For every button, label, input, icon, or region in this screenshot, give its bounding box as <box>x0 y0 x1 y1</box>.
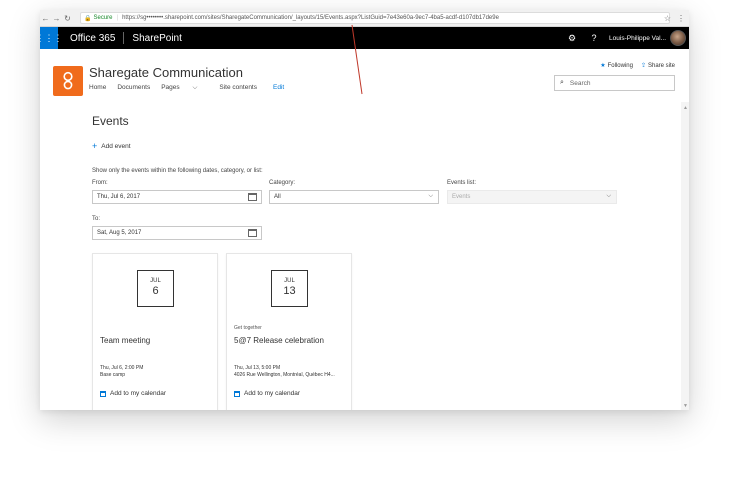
chevron-down-icon: ⌵ <box>606 193 611 199</box>
to-date-value: Sat, Aug 5, 2017 <box>97 230 142 236</box>
browser-window: ← → ↻ 🔒 Secure | https://sg••••••••.shar… <box>40 10 689 410</box>
star-icon[interactable]: ☆ <box>664 14 671 23</box>
event-time: Thu, Jul 6, 2:00 PM <box>100 365 144 371</box>
nav-documents[interactable]: Documents <box>117 84 150 92</box>
sharepoint-link[interactable]: SharePoint <box>132 33 181 44</box>
scroll-up-arrow-icon[interactable]: ▲ <box>683 105 688 111</box>
event-card[interactable]: JUL 13 Get together 5@7 Release celebrat… <box>226 253 352 410</box>
filter-description: Show only the events within the followin… <box>92 168 263 174</box>
nav-site-contents[interactable]: Site contents <box>219 84 257 92</box>
event-month: JUL <box>284 278 295 284</box>
calendar-icon <box>100 390 106 397</box>
from-date-field[interactable]: Thu, Jul 6, 2017 <box>92 190 262 204</box>
following-label: Following <box>607 63 633 69</box>
back-icon[interactable]: ← <box>40 10 51 27</box>
nav-pages[interactable]: Pages ⌵ <box>161 84 208 92</box>
user-name[interactable]: Louis-Philippe Val... <box>609 35 666 42</box>
search-input[interactable]: ⌕ Search <box>554 75 675 91</box>
add-event-button[interactable]: + Add event <box>92 141 131 151</box>
add-to-calendar-label: Add to my calendar <box>244 390 301 397</box>
event-title[interactable]: Team meeting <box>100 336 150 345</box>
suite-bar: ⋮⋮⋮ Office 365 SharePoint ⚙ ? Louis-Phil… <box>40 27 689 49</box>
following-button[interactable]: ★ Following <box>600 62 633 69</box>
star-filled-icon: ★ <box>600 63 606 69</box>
nav-pages-label: Pages <box>161 84 180 91</box>
event-day: 6 <box>152 285 159 297</box>
from-label: From: <box>92 180 108 186</box>
chevron-down-icon: ⌵ <box>192 84 198 91</box>
search-placeholder: Search <box>569 79 591 87</box>
share-site-label: Share site <box>647 63 675 69</box>
to-label: To: <box>92 216 101 222</box>
events-list-label: Events list: <box>447 180 477 186</box>
site-logo-icon <box>63 71 73 90</box>
plus-icon: + <box>92 141 98 151</box>
calendar-icon[interactable] <box>248 193 257 201</box>
event-day: 13 <box>283 285 296 297</box>
address-bar[interactable]: 🔒 Secure | https://sg••••••••.sharepoint… <box>80 12 670 24</box>
category-value: All <box>274 194 281 200</box>
events-list-value: Events <box>452 194 471 200</box>
site-logo[interactable] <box>53 66 83 96</box>
suite-bar-right: ⚙ ? Louis-Philippe Val... <box>561 27 689 49</box>
avatar[interactable] <box>670 30 686 46</box>
nav-home[interactable]: Home <box>89 84 106 92</box>
event-category: Get together <box>234 325 262 331</box>
reload-icon[interactable]: ↻ <box>62 10 73 27</box>
page-scrollbar[interactable] <box>681 102 689 410</box>
lock-icon: 🔒 <box>84 15 92 22</box>
menu-icon[interactable]: ⋮ <box>677 14 685 23</box>
secure-label: Secure <box>93 15 113 21</box>
event-title[interactable]: 5@7 Release celebration <box>234 336 324 345</box>
event-card[interactable]: JUL 6 Team meeting Thu, Jul 6, 2:00 PM B… <box>92 253 218 410</box>
event-location: 4026 Rue Wellington, Montréal, Québec H4… <box>234 372 335 378</box>
add-to-calendar-button[interactable]: Add to my calendar <box>234 390 300 397</box>
chevron-down-icon: ⌵ <box>428 193 433 199</box>
office365-link[interactable]: Office 365 <box>70 33 115 44</box>
search-icon: ⌕ <box>560 79 564 86</box>
gear-icon[interactable]: ⚙ <box>561 27 583 49</box>
calendar-icon <box>234 390 240 397</box>
event-date-box: JUL 6 <box>137 270 174 307</box>
site-actions: ★ Following ⇪ Share site <box>600 62 675 69</box>
suite-divider <box>123 32 125 44</box>
add-to-calendar-label: Add to my calendar <box>110 390 167 397</box>
share-site-button[interactable]: ⇪ Share site <box>641 62 675 69</box>
browser-toolbar: ← → ↻ 🔒 Secure | https://sg••••••••.shar… <box>40 10 689 27</box>
browser-actions: ☆ ⋮ <box>664 10 685 27</box>
from-date-value: Thu, Jul 6, 2017 <box>97 194 141 200</box>
url-separator: | <box>116 15 119 21</box>
help-icon[interactable]: ? <box>583 27 605 49</box>
to-date-field[interactable]: Sat, Aug 5, 2017 <box>92 226 262 240</box>
category-label: Category: <box>269 180 296 186</box>
share-icon: ⇪ <box>640 63 646 69</box>
category-select[interactable]: All ⌵ <box>269 190 439 204</box>
events-list-select: Events ⌵ <box>447 190 617 204</box>
event-date-box: JUL 13 <box>271 270 308 307</box>
add-to-calendar-button[interactable]: Add to my calendar <box>100 390 166 397</box>
nav-edit-link[interactable]: Edit <box>273 84 284 92</box>
event-time: Thu, Jul 13, 5:00 PM <box>234 365 281 371</box>
scroll-down-arrow-icon[interactable]: ▼ <box>683 403 688 409</box>
site-navigation: Home Documents Pages ⌵ Site contents Edi… <box>89 84 295 92</box>
page-title: Events <box>92 114 129 128</box>
url-text: https://sg••••••••.sharepoint.com/sites/… <box>122 15 499 21</box>
site-title[interactable]: Sharegate Communication <box>89 65 243 80</box>
event-location: Base camp <box>100 372 126 378</box>
screenshot-stage: ← → ↻ 🔒 Secure | https://sg••••••••.shar… <box>0 0 730 481</box>
forward-icon[interactable]: → <box>51 10 62 27</box>
waffle-icon[interactable]: ⋮⋮⋮ <box>40 27 63 49</box>
event-month: JUL <box>150 278 161 284</box>
calendar-icon[interactable] <box>248 229 257 237</box>
add-event-label: Add event <box>101 142 131 150</box>
